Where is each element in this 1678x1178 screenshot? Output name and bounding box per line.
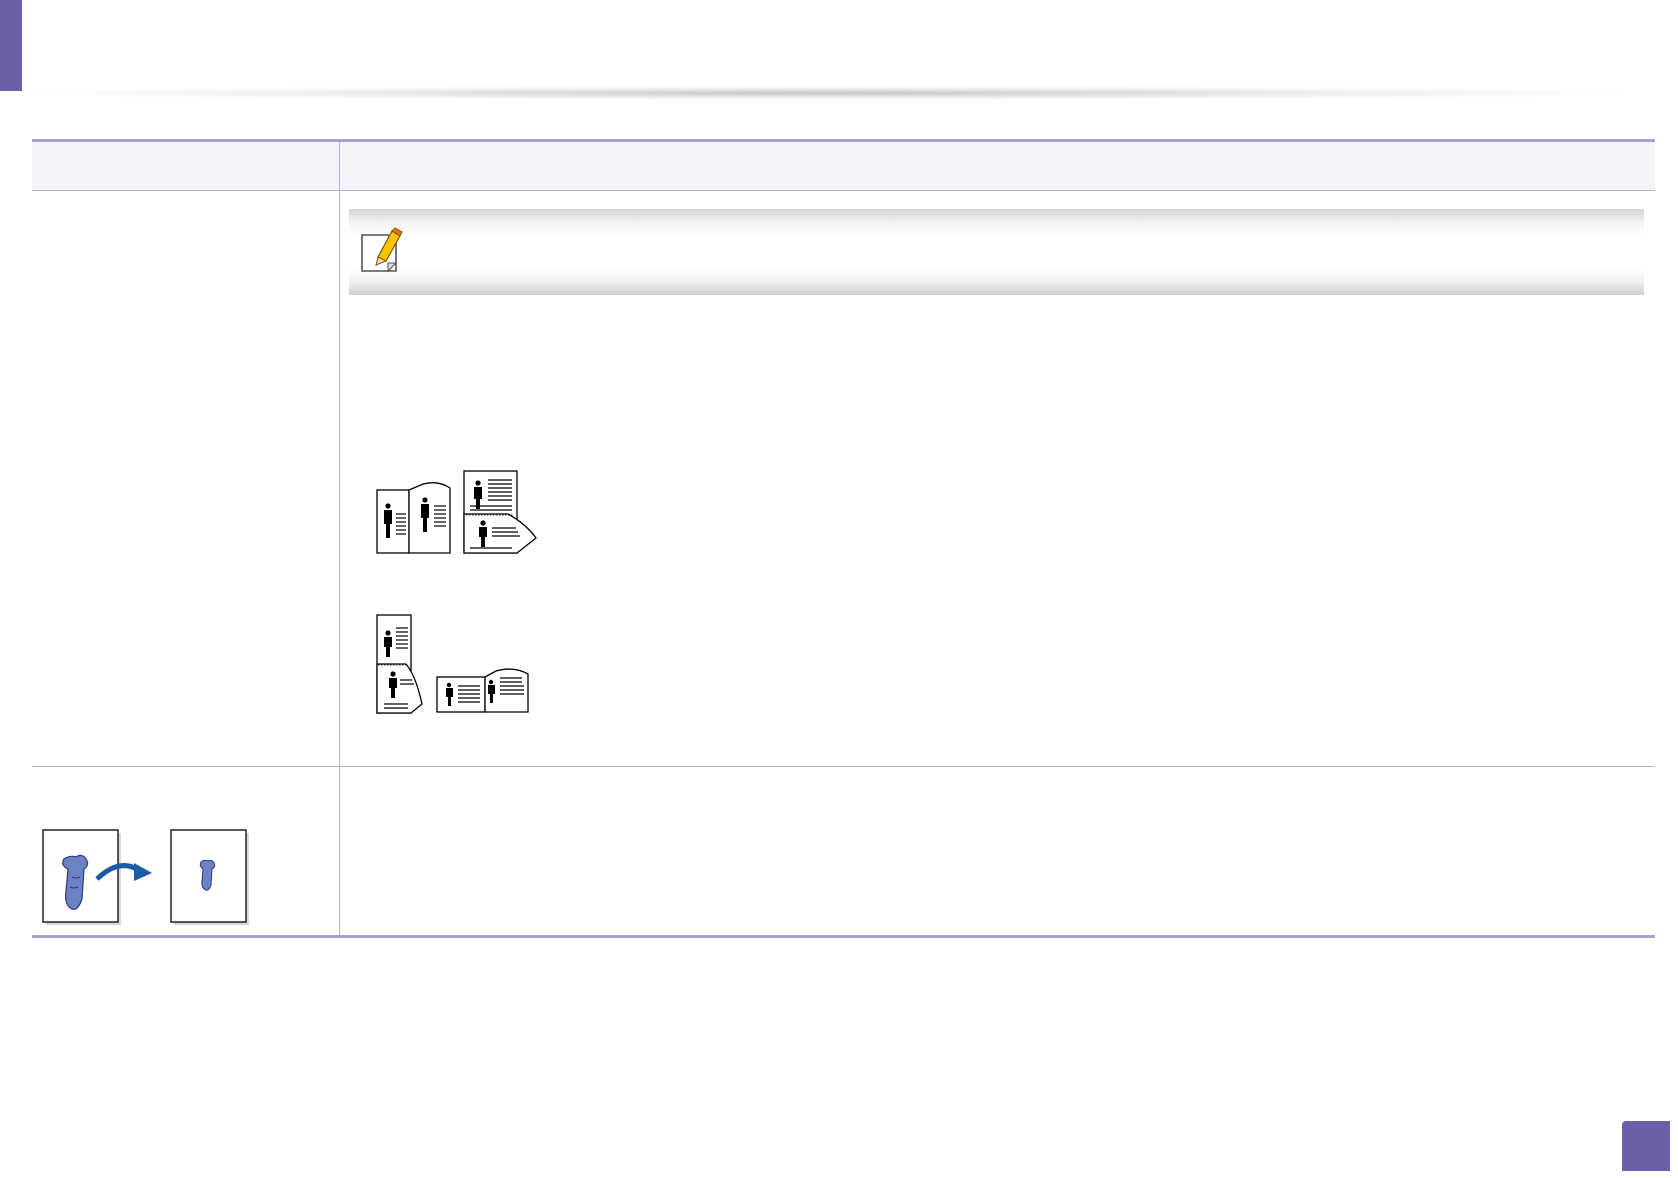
column-divider bbox=[339, 142, 340, 938]
reduce-enlarge-illustration bbox=[42, 829, 249, 925]
table-bottom-rule bbox=[32, 935, 1655, 938]
header-divider bbox=[30, 86, 1620, 100]
note-pencil-icon bbox=[361, 227, 403, 273]
duplex-short-edge-illustration bbox=[376, 614, 529, 714]
chapter-accent-bar bbox=[0, 0, 22, 91]
duplex-long-edge-illustration bbox=[376, 470, 537, 554]
page-number-badge bbox=[1622, 1121, 1670, 1171]
table-header-row bbox=[32, 142, 1655, 190]
note-box bbox=[349, 209, 1644, 295]
table-row-rule bbox=[32, 766, 1655, 767]
table-header-rule bbox=[32, 190, 1655, 191]
